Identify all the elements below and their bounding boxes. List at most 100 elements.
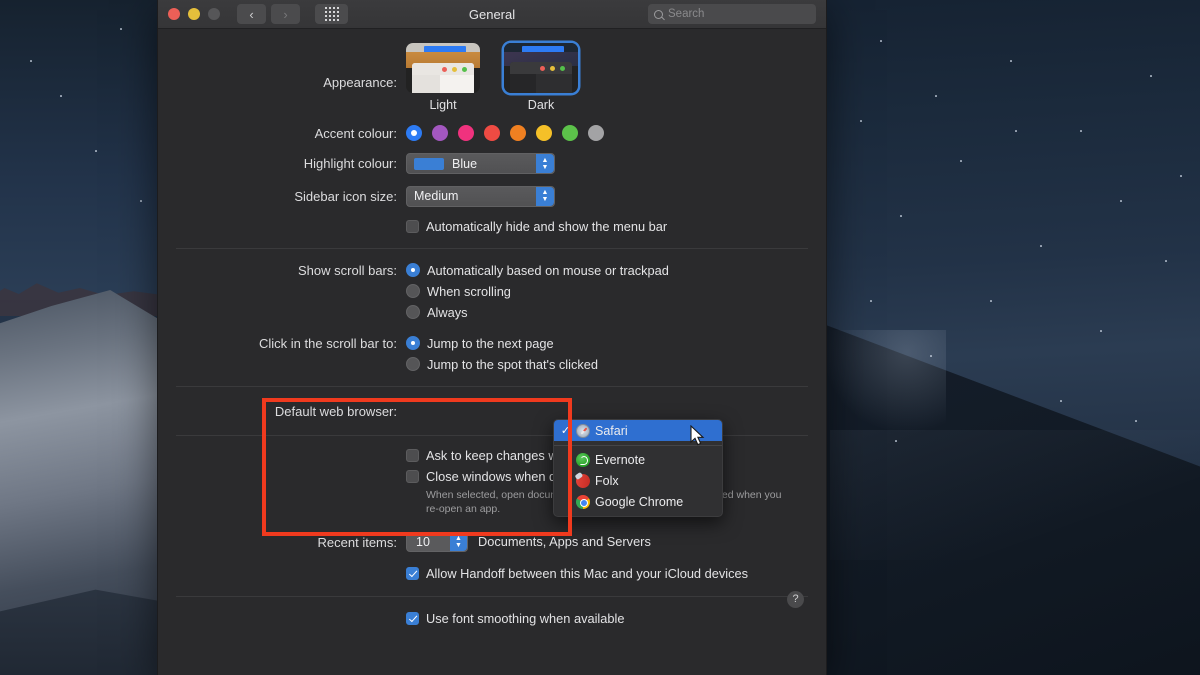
auto-hide-menu-bar-label: Automatically hide and show the menu bar: [426, 218, 668, 234]
scroll-click-option-spot-clicked[interactable]: Jump to the spot that's clicked: [406, 357, 826, 372]
scrollbar-option-automatic[interactable]: Automatically based on mouse or trackpad: [406, 263, 826, 278]
appearance-row: Appearance: Light Dark: [158, 29, 826, 112]
dark-appearance-thumbnail[interactable]: [504, 43, 578, 93]
recent-items-suffix: Documents, Apps and Servers: [478, 534, 651, 550]
sidebar-icon-size-label: Sidebar icon size:: [294, 188, 397, 204]
checkmark-placeholder: ✓: [560, 474, 571, 487]
accent-swatch-blue[interactable]: [406, 125, 422, 141]
radio-button[interactable]: [406, 284, 420, 298]
scroll-bar-click-label: Click in the scroll bar to:: [259, 335, 397, 351]
star: [1015, 130, 1017, 132]
show-scroll-bars-row: Show scroll bars: Automatically based on…: [158, 263, 826, 320]
search-field[interactable]: Search: [648, 4, 816, 24]
star: [1120, 200, 1122, 202]
star: [935, 95, 937, 97]
accent-swatch-pink[interactable]: [458, 125, 474, 141]
star: [1060, 400, 1062, 402]
radio-button[interactable]: [406, 263, 420, 277]
show-scroll-bars-label: Show scroll bars:: [298, 262, 397, 278]
scrollbar-option-when-scrolling[interactable]: When scrolling: [406, 284, 826, 299]
highlight-colour-label: Highlight colour:: [303, 156, 397, 171]
light-appearance-thumbnail[interactable]: [406, 43, 480, 93]
checkbox-box[interactable]: [406, 448, 419, 462]
sidebar-icon-size-row: Sidebar icon size: Medium ▲ ▼: [158, 185, 826, 207]
scrollbar-option-always[interactable]: Always: [406, 305, 826, 320]
appearance-option-light[interactable]: Light: [406, 43, 480, 112]
close-button[interactable]: [168, 8, 180, 20]
scroll-bar-click-row: Click in the scroll bar to: Jump to the …: [158, 336, 826, 372]
menu-item-google-chrome[interactable]: ✓ Google Chrome: [554, 491, 722, 512]
checkbox-box[interactable]: [406, 611, 419, 625]
accent-colour-row: Accent colour:: [158, 125, 826, 141]
menu-item-label: Folx: [595, 473, 619, 488]
dark-appearance-label: Dark: [527, 98, 555, 112]
zoom-button: [208, 8, 220, 20]
font-smoothing-row: Use font smoothing when available: [158, 611, 826, 626]
checkbox-box[interactable]: [406, 219, 419, 233]
accent-swatches: [406, 125, 826, 141]
radio-button[interactable]: [406, 305, 420, 319]
system-preferences-window: ‹ › General Search Appearance: Light Dar…: [157, 0, 827, 675]
checkbox-box[interactable]: [406, 469, 419, 483]
checkmark-icon: ✓: [560, 425, 571, 437]
accent-swatch-green[interactable]: [562, 125, 578, 141]
radio-button[interactable]: [406, 357, 420, 371]
star: [960, 160, 962, 162]
menu-item-label: Safari: [595, 423, 628, 438]
search-placeholder: Search: [668, 8, 705, 20]
star: [140, 200, 142, 202]
chevron-updown-icon: ▲ ▼: [536, 186, 554, 206]
back-button[interactable]: ‹: [237, 4, 266, 24]
font-smoothing-checkbox[interactable]: Use font smoothing when available: [406, 611, 826, 626]
checkmark-placeholder: ✓: [560, 495, 571, 508]
scroll-click-option-label: Jump to the spot that's clicked: [427, 356, 599, 372]
highlight-colour-chip: [414, 157, 444, 170]
sidebar-icon-size-dropdown[interactable]: Medium ▲ ▼: [406, 185, 555, 207]
accent-swatch-red[interactable]: [484, 125, 500, 141]
default-web-browser-row: Default web browser: Safari ▲▼: [158, 401, 826, 422]
show-all-button[interactable]: [315, 4, 348, 24]
wallpaper-left-sky: [0, 0, 160, 300]
checkbox-box[interactable]: [406, 566, 419, 580]
auto-hide-menu-bar-checkbox[interactable]: Automatically hide and show the menu bar: [406, 219, 826, 234]
star: [990, 300, 992, 302]
accent-swatch-purple[interactable]: [432, 125, 448, 141]
menu-item-label: Evernote: [595, 452, 646, 467]
accent-swatch-orange[interactable]: [510, 125, 526, 141]
chevron-updown-icon[interactable]: ▲ ▼: [450, 532, 467, 551]
handoff-checkbox[interactable]: Allow Handoff between this Mac and your …: [406, 566, 826, 581]
divider: [176, 247, 808, 249]
radio-button[interactable]: [406, 336, 420, 350]
accent-swatch-graphite[interactable]: [588, 125, 604, 141]
recent-items-stepper[interactable]: 10 ▲ ▼: [406, 531, 468, 552]
scroll-click-option-next-page[interactable]: Jump to the next page: [406, 336, 826, 351]
handoff-label: Allow Handoff between this Mac and your …: [426, 565, 748, 581]
help-button[interactable]: ?: [787, 590, 804, 608]
minimize-button[interactable]: [188, 8, 200, 20]
navigation-buttons: ‹ ›: [237, 4, 300, 24]
appearance-option-dark[interactable]: Dark: [504, 43, 578, 112]
default-web-browser-label: Default web browser:: [274, 403, 397, 419]
star: [1010, 60, 1012, 62]
preferences-content: Appearance: Light Dark Accent colour: Hi…: [158, 29, 826, 626]
menu-item-evernote[interactable]: ✓ Evernote: [554, 449, 722, 470]
scroll-click-option-label: Jump to the next page: [427, 335, 554, 351]
highlight-colour-dropdown[interactable]: Blue ▲ ▼: [406, 153, 555, 174]
star: [930, 355, 932, 357]
recent-items-label: Recent items:: [317, 534, 397, 550]
star: [1100, 330, 1102, 332]
traffic-light-group: [168, 8, 220, 20]
chrome-icon: [576, 494, 590, 509]
handoff-row: Allow Handoff between this Mac and your …: [158, 566, 826, 581]
recent-items-value: 10: [416, 534, 430, 549]
star: [860, 120, 862, 122]
checkmark-placeholder: ✓: [560, 453, 571, 466]
menu-item-label: Google Chrome: [595, 494, 684, 509]
forward-button: ›: [271, 4, 300, 24]
highlight-colour-row: Highlight colour: Blue ▲ ▼: [158, 153, 826, 175]
accent-swatch-yellow[interactable]: [536, 125, 552, 141]
mouse-cursor: [690, 425, 705, 446]
menu-item-folx[interactable]: ✓ Folx: [554, 470, 722, 491]
window-titlebar: ‹ › General Search: [158, 0, 826, 29]
font-smoothing-label: Use font smoothing when available: [426, 610, 625, 626]
